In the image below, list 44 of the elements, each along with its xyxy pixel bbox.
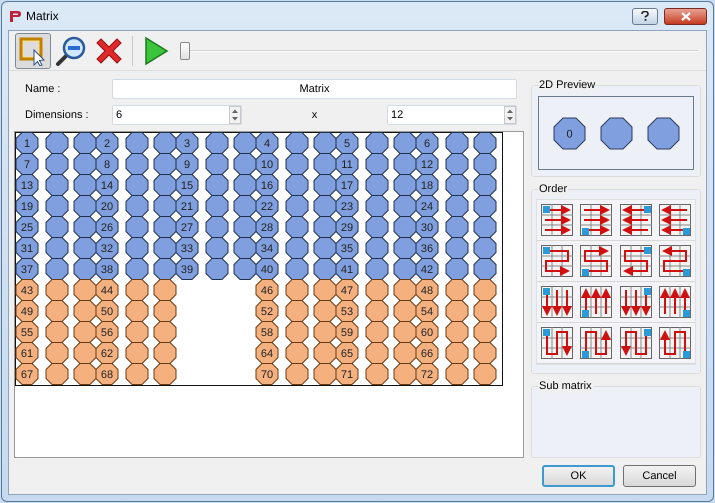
order-pattern-icon[interactable] xyxy=(659,204,692,236)
name-field[interactable]: Matrix xyxy=(112,79,517,99)
name-label: Name : xyxy=(24,82,62,97)
sub-matrix-title: Sub matrix xyxy=(538,379,593,393)
dimension-separator: x xyxy=(310,108,318,123)
preview-cell xyxy=(600,116,632,150)
order-title: Order xyxy=(538,182,568,196)
select-tool-button[interactable] xyxy=(15,32,51,68)
spin-arrows-icon[interactable] xyxy=(504,106,516,124)
order-pattern-icon[interactable] xyxy=(580,204,612,236)
slider-track[interactable] xyxy=(180,40,698,62)
preview-title: 2D Preview xyxy=(538,78,596,92)
rows-spin-field[interactable]: 6 xyxy=(112,105,242,125)
app-logo-icon xyxy=(8,9,22,23)
order-pattern-icon[interactable] xyxy=(659,245,692,277)
order-pattern-icon[interactable] xyxy=(580,327,612,359)
order-pattern-icon[interactable] xyxy=(540,204,573,236)
order-pattern-icon[interactable] xyxy=(659,286,692,318)
close-icon xyxy=(680,12,690,20)
order-pattern-icon[interactable] xyxy=(580,245,612,277)
order-pattern-icon[interactable] xyxy=(540,245,573,277)
columns-spin-field[interactable]: 12 xyxy=(387,105,517,125)
order-pattern-icon[interactable] xyxy=(540,327,573,359)
slider-thumb[interactable] xyxy=(180,42,190,60)
help-button[interactable] xyxy=(632,8,658,24)
order-pattern-icon[interactable] xyxy=(620,204,652,236)
preview-cell: 0 xyxy=(552,116,586,150)
preview-cell xyxy=(646,116,680,150)
play-icon xyxy=(143,34,169,66)
window-title: Matrix xyxy=(26,8,59,25)
ok-button[interactable]: OK xyxy=(542,465,615,487)
order-pattern-icon[interactable] xyxy=(659,327,692,359)
order-pattern-icon[interactable] xyxy=(620,286,652,318)
help-icon xyxy=(641,11,649,21)
close-button[interactable] xyxy=(664,8,707,24)
cancel-button[interactable]: Cancel xyxy=(623,465,696,487)
spin-arrows-icon[interactable] xyxy=(229,106,241,124)
order-pattern-icon[interactable] xyxy=(540,286,573,318)
selection-arrow-icon xyxy=(18,36,48,66)
order-pattern-icon[interactable] xyxy=(580,286,612,318)
zoom-out-icon xyxy=(55,34,87,66)
order-pattern-icon[interactable] xyxy=(620,245,652,277)
order-pattern-icon[interactable] xyxy=(620,327,652,359)
dimensions-label: Dimensions : xyxy=(24,108,90,123)
